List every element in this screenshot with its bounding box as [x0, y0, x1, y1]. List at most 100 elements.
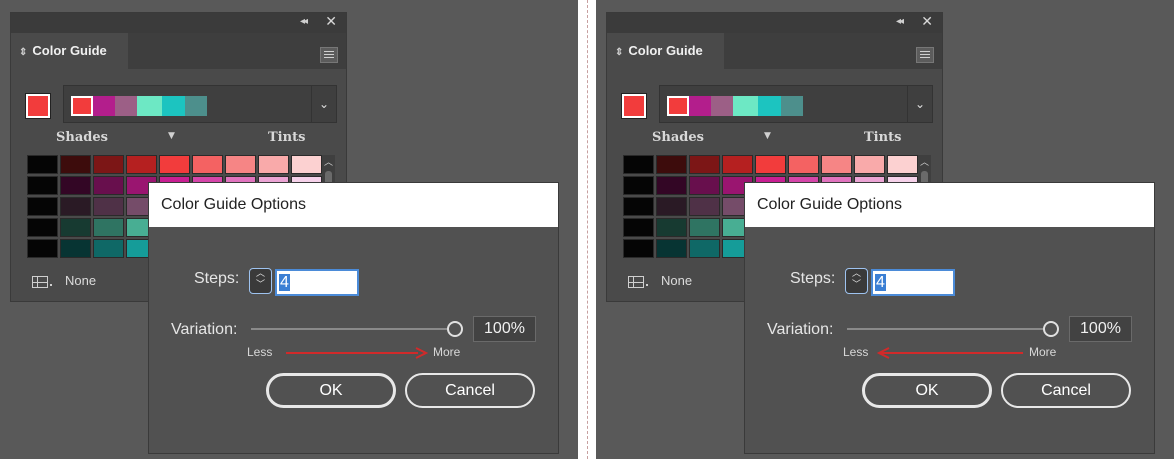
color-cell[interactable]: [623, 239, 654, 258]
variation-input[interactable]: 100%: [1069, 316, 1132, 342]
harmony-swatch[interactable]: [689, 96, 711, 116]
hamburger-menu-icon[interactable]: [916, 47, 934, 63]
color-cell[interactable]: [27, 176, 58, 195]
color-cell[interactable]: [887, 155, 918, 174]
triangle-down-icon[interactable]: ▼: [764, 131, 771, 141]
color-cell[interactable]: [258, 155, 289, 174]
color-cell[interactable]: [722, 155, 753, 174]
color-cell[interactable]: [689, 155, 720, 174]
color-cell[interactable]: [60, 218, 91, 237]
triangle-down-icon[interactable]: ▼: [168, 131, 175, 141]
variation-slider-knob[interactable]: [1043, 321, 1059, 337]
color-cell[interactable]: [159, 155, 190, 174]
color-cell[interactable]: [788, 155, 819, 174]
variation-slider-track[interactable]: [847, 328, 1053, 330]
harmony-swatch[interactable]: [71, 96, 93, 116]
hamburger-menu-icon[interactable]: [320, 47, 338, 63]
close-icon[interactable]: ✕: [921, 14, 933, 30]
color-cell[interactable]: [60, 197, 91, 216]
color-cell[interactable]: [60, 239, 91, 258]
color-cell[interactable]: [60, 155, 91, 174]
screenshot-right: ◂◂ ✕ ⇕ Color Guide ⌄ Shades ▼ Tints ︿ No…: [596, 0, 1174, 459]
steps-input[interactable]: 4: [871, 269, 955, 296]
chevron-up-icon[interactable]: ︿: [324, 155, 333, 168]
color-cell[interactable]: [755, 155, 786, 174]
tab-color-guide[interactable]: ⇕ Color Guide: [13, 33, 128, 69]
steps-input[interactable]: 4: [275, 269, 359, 296]
tints-label: Tints: [864, 130, 902, 145]
tab-label: Color Guide: [32, 43, 107, 58]
color-cell[interactable]: [656, 197, 687, 216]
steps-value: 4: [875, 274, 886, 291]
steps-label: Steps:: [194, 270, 240, 287]
color-cell[interactable]: [656, 155, 687, 174]
harmony-swatch[interactable]: [93, 96, 115, 116]
color-cell[interactable]: [27, 197, 58, 216]
harmony-rules-dropdown[interactable]: ⌄: [659, 85, 933, 123]
harmony-swatch[interactable]: [667, 96, 689, 116]
color-cell[interactable]: [623, 218, 654, 237]
color-cell[interactable]: [60, 176, 91, 195]
up-down-stepper-icon[interactable]: ︿ ﹀: [249, 268, 272, 294]
harmony-swatch[interactable]: [758, 96, 781, 116]
color-cell[interactable]: [225, 155, 256, 174]
harmony-swatch[interactable]: [185, 96, 207, 116]
grid-table-icon[interactable]: [32, 276, 48, 288]
base-color-swatch[interactable]: [25, 93, 51, 119]
harmony-rules-dropdown[interactable]: ⌄: [63, 85, 337, 123]
ok-button[interactable]: OK: [862, 373, 992, 408]
color-cell[interactable]: [93, 239, 124, 258]
tab-color-guide[interactable]: ⇕ Color Guide: [609, 33, 724, 69]
cancel-button[interactable]: Cancel: [405, 373, 535, 408]
harmony-swatch[interactable]: [733, 96, 758, 116]
color-cell[interactable]: [291, 155, 322, 174]
screenshot-left: ◂◂ ✕ ⇕ Color Guide ⌄ Shades ▼ Tints ︿ No…: [0, 0, 578, 459]
grid-table-icon[interactable]: [628, 276, 644, 288]
color-cell[interactable]: [689, 239, 720, 258]
double-chevron-left-icon[interactable]: ◂◂: [896, 16, 904, 27]
divider-line: [587, 0, 588, 459]
color-cell[interactable]: [93, 218, 124, 237]
color-cell[interactable]: [623, 155, 654, 174]
color-cell[interactable]: [27, 155, 58, 174]
harmony-swatch[interactable]: [711, 96, 733, 116]
color-cell[interactable]: [93, 176, 124, 195]
color-cell[interactable]: [656, 218, 687, 237]
color-cell[interactable]: [689, 218, 720, 237]
variation-slider-track[interactable]: [251, 328, 457, 330]
tab-strip: [724, 33, 942, 69]
color-cell[interactable]: [27, 218, 58, 237]
chevron-up-icon[interactable]: ︿: [920, 155, 929, 168]
color-cell[interactable]: [126, 155, 157, 174]
color-cell[interactable]: [854, 155, 885, 174]
color-cell[interactable]: [656, 176, 687, 195]
variation-input[interactable]: 100%: [473, 316, 536, 342]
chevron-down-icon[interactable]: ⌄: [907, 86, 932, 122]
color-cell[interactable]: [93, 197, 124, 216]
color-cell[interactable]: [27, 239, 58, 258]
harmony-swatch[interactable]: [781, 96, 803, 116]
up-down-stepper-icon[interactable]: ︿ ﹀: [845, 268, 868, 294]
less-label: Less: [247, 345, 273, 359]
cancel-button[interactable]: Cancel: [1001, 373, 1131, 408]
ok-button[interactable]: OK: [266, 373, 396, 408]
tab-label: Color Guide: [628, 43, 703, 58]
harmony-swatch[interactable]: [162, 96, 185, 116]
variation-slider-knob[interactable]: [447, 321, 463, 337]
color-cell[interactable]: [93, 155, 124, 174]
color-cell[interactable]: [689, 197, 720, 216]
double-chevron-left-icon[interactable]: ◂◂: [300, 16, 308, 27]
color-cell[interactable]: [623, 197, 654, 216]
color-cell[interactable]: [689, 176, 720, 195]
color-cell[interactable]: [656, 239, 687, 258]
close-icon[interactable]: ✕: [325, 14, 337, 30]
dot-icon: [646, 284, 648, 286]
color-cell[interactable]: [821, 155, 852, 174]
chevron-down-icon[interactable]: ⌄: [311, 86, 336, 122]
color-cell[interactable]: [192, 155, 223, 174]
harmony-swatch[interactable]: [115, 96, 137, 116]
variation-label: Variation:: [171, 321, 238, 338]
harmony-swatch[interactable]: [137, 96, 162, 116]
base-color-swatch[interactable]: [621, 93, 647, 119]
color-cell[interactable]: [623, 176, 654, 195]
